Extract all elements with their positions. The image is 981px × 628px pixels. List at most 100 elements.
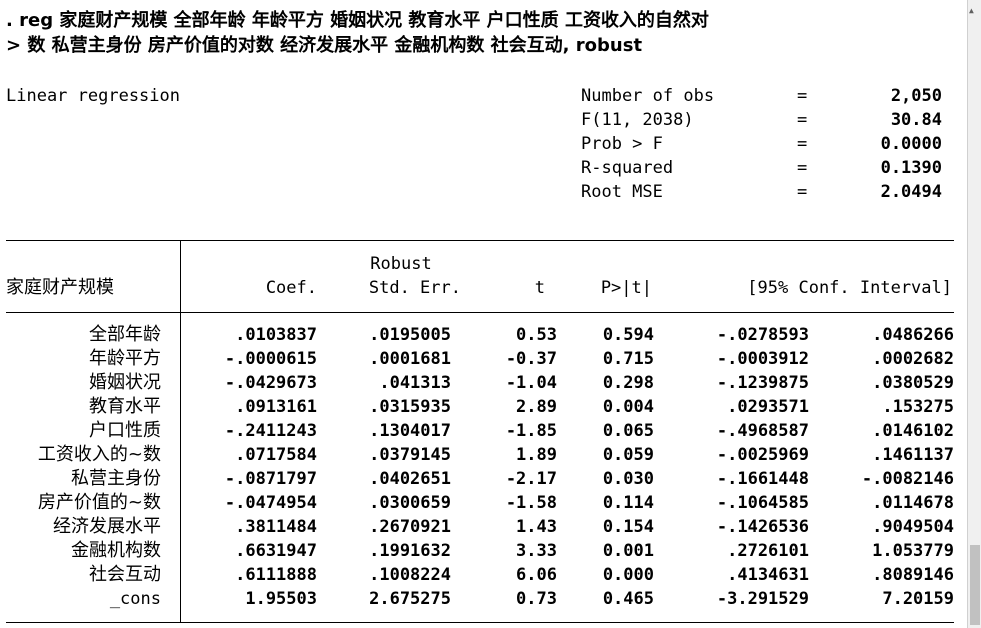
cell-t: -1.58 bbox=[505, 493, 557, 513]
cell-pvalue: 0.594 bbox=[602, 325, 654, 345]
row-label: 户口性质 bbox=[89, 420, 161, 441]
cell-t: 3.33 bbox=[516, 541, 557, 561]
cell-std-err: 2.675275 bbox=[369, 589, 451, 609]
cell-ci-lower: -3.291529 bbox=[716, 589, 809, 609]
cell-coef: .6631947 bbox=[235, 541, 317, 561]
stat-equals: = bbox=[797, 134, 808, 154]
cell-std-err: .0402651 bbox=[369, 469, 451, 489]
cell-coef: .0103837 bbox=[235, 325, 317, 345]
stat-value: 0.1390 bbox=[880, 158, 942, 178]
cell-ci-upper: -.0082146 bbox=[861, 469, 954, 489]
command-line-1: . reg 家庭财产规模 全部年龄 年龄平方 婚姻状况 教育水平 户口性质 工资… bbox=[6, 10, 709, 31]
header-t: t bbox=[534, 278, 545, 298]
cell-ci-lower: .2726101 bbox=[727, 541, 809, 561]
cell-t: 0.73 bbox=[516, 589, 557, 609]
scroll-up-arrow-icon[interactable]: ▲ bbox=[969, 6, 974, 15]
cell-ci-lower: -.0278593 bbox=[716, 325, 809, 345]
cell-t: 2.89 bbox=[516, 397, 557, 417]
cell-t: -1.85 bbox=[505, 421, 557, 441]
depvar-label: 家庭财产规模 bbox=[6, 277, 114, 298]
cell-pvalue: 0.030 bbox=[602, 469, 654, 489]
header-conf-interval: [95% Conf. Interval] bbox=[747, 278, 952, 298]
stat-label: Number of obs bbox=[581, 86, 715, 106]
cell-ci-upper: .9049504 bbox=[872, 517, 954, 537]
cell-coef: -.0474954 bbox=[224, 493, 317, 513]
cell-std-err: .1008224 bbox=[369, 565, 451, 585]
row-label: 金融机构数 bbox=[71, 540, 161, 561]
cell-pvalue: 0.059 bbox=[602, 445, 654, 465]
table-divider bbox=[180, 240, 181, 622]
cell-ci-upper: .153275 bbox=[882, 397, 954, 417]
cell-coef: -.0429673 bbox=[224, 373, 317, 393]
stat-value: 30.84 bbox=[890, 110, 942, 130]
cell-coef: .6111888 bbox=[235, 565, 317, 585]
stat-equals: = bbox=[797, 182, 808, 202]
cell-coef: -.2411243 bbox=[224, 421, 317, 441]
row-label: 全部年龄 bbox=[89, 324, 161, 345]
cell-std-err: .0195005 bbox=[369, 325, 451, 345]
cell-std-err: .041313 bbox=[379, 373, 451, 393]
row-label: _cons bbox=[109, 589, 161, 609]
row-label: 社会互动 bbox=[89, 564, 161, 585]
cell-ci-upper: .0486266 bbox=[872, 325, 954, 345]
row-label: 工资收入的~数 bbox=[37, 444, 161, 465]
cell-ci-lower: -.1239875 bbox=[716, 373, 809, 393]
row-label: 房产价值的~数 bbox=[37, 492, 161, 513]
cell-coef: -.0871797 bbox=[224, 469, 317, 489]
stat-label: Prob > F bbox=[581, 134, 663, 154]
row-label: 经济发展水平 bbox=[53, 516, 161, 537]
cell-std-err: .1991632 bbox=[369, 541, 451, 561]
cell-std-err: .0379145 bbox=[369, 445, 451, 465]
cell-coef: .3811484 bbox=[235, 517, 317, 537]
cell-t: 1.89 bbox=[516, 445, 557, 465]
cell-coef: .0913161 bbox=[235, 397, 317, 417]
cell-std-err: .0315935 bbox=[369, 397, 451, 417]
cell-std-err: .2670921 bbox=[369, 517, 451, 537]
cell-ci-upper: .0002682 bbox=[872, 349, 954, 369]
cell-std-err: .0001681 bbox=[369, 349, 451, 369]
cell-ci-upper: .0114678 bbox=[872, 493, 954, 513]
cell-pvalue: 0.000 bbox=[602, 565, 654, 585]
cell-ci-upper: .1461137 bbox=[872, 445, 954, 465]
row-label: 婚姻状况 bbox=[89, 372, 161, 393]
cell-t: -2.17 bbox=[505, 469, 557, 489]
stat-label: Root MSE bbox=[581, 182, 663, 202]
cell-pvalue: 0.114 bbox=[602, 493, 654, 513]
command-line-2: > 数 私营主身份 房产价值的对数 经济发展水平 金融机构数 社会互动, rob… bbox=[6, 35, 643, 56]
cell-ci-lower: -.1426536 bbox=[716, 517, 809, 537]
cell-std-err: .1304017 bbox=[369, 421, 451, 441]
cell-ci-lower: -.0003912 bbox=[716, 349, 809, 369]
stat-label: F(11, 2038) bbox=[581, 110, 694, 130]
cell-pvalue: 0.004 bbox=[602, 397, 654, 417]
cell-t: 6.06 bbox=[516, 565, 557, 585]
cell-coef: .0717584 bbox=[235, 445, 317, 465]
cell-ci-lower: .4134631 bbox=[727, 565, 809, 585]
stat-label: R-squared bbox=[581, 158, 674, 178]
vertical-scrollbar[interactable] bbox=[967, 0, 981, 628]
cell-pvalue: 0.154 bbox=[602, 517, 654, 537]
stat-equals: = bbox=[797, 86, 808, 106]
stat-equals: = bbox=[797, 158, 808, 178]
header-coef: Coef. bbox=[265, 278, 317, 298]
header-pvalue: P>|t| bbox=[600, 278, 652, 298]
cell-ci-upper: .0380529 bbox=[872, 373, 954, 393]
model-title: Linear regression bbox=[6, 86, 180, 106]
stat-equals: = bbox=[797, 110, 808, 130]
cell-ci-lower: -.0025969 bbox=[716, 445, 809, 465]
cell-t: -1.04 bbox=[505, 373, 557, 393]
table-bottom-rule bbox=[6, 622, 954, 623]
cell-ci-upper: .0146102 bbox=[872, 421, 954, 441]
cell-pvalue: 0.715 bbox=[602, 349, 654, 369]
cell-pvalue: 0.001 bbox=[602, 541, 654, 561]
cell-ci-lower: -.1661448 bbox=[716, 469, 809, 489]
scrollbar-thumb[interactable] bbox=[970, 545, 980, 625]
row-label: 私营主身份 bbox=[71, 468, 161, 489]
cell-t: -0.37 bbox=[505, 349, 557, 369]
stat-value: 2.0494 bbox=[880, 182, 942, 202]
stat-value: 0.0000 bbox=[880, 134, 942, 154]
stat-value: 2,050 bbox=[890, 86, 942, 106]
cell-pvalue: 0.465 bbox=[602, 589, 654, 609]
cell-ci-lower: -.4968587 bbox=[716, 421, 809, 441]
row-label: 年龄平方 bbox=[89, 348, 161, 369]
cell-t: 0.53 bbox=[516, 325, 557, 345]
